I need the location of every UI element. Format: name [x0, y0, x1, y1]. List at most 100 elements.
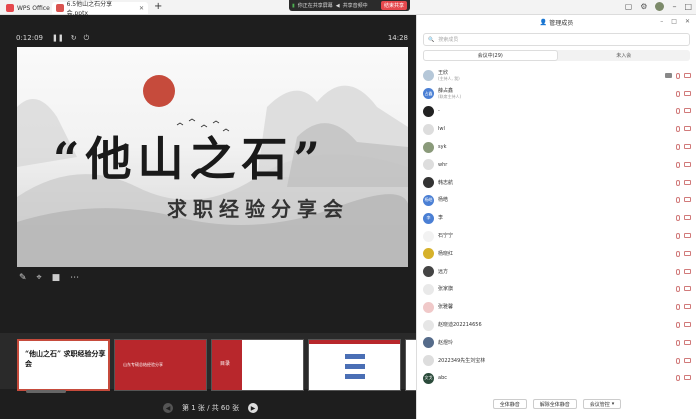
microphone-muted-icon[interactable] — [676, 161, 680, 168]
member-row[interactable]: 张雅馨 — [417, 298, 696, 316]
microphone-muted-icon[interactable] — [676, 375, 680, 382]
microphone-muted-icon[interactable] — [676, 126, 680, 133]
prev-slide-button[interactable]: ◀ — [163, 403, 173, 413]
camera-off-icon[interactable] — [684, 144, 691, 150]
camera-off-icon[interactable] — [684, 215, 691, 221]
restore-icon[interactable]: ▢ — [625, 2, 633, 11]
camera-off-icon[interactable] — [684, 179, 691, 185]
unmute-all-button[interactable]: 解除全体静音 — [532, 399, 577, 409]
microphone-muted-icon[interactable] — [676, 90, 680, 97]
maximize-icon[interactable]: □ — [671, 18, 677, 25]
reset-icon[interactable]: ↻ — [71, 34, 77, 43]
microphone-muted-icon[interactable] — [676, 339, 680, 346]
minimize-icon[interactable]: – — [672, 2, 676, 11]
camera-off-icon[interactable] — [684, 161, 691, 167]
microphone-muted-icon[interactable] — [676, 144, 680, 151]
member-controls — [676, 268, 691, 275]
microphone-muted-icon[interactable] — [676, 215, 680, 222]
microphone-muted-icon[interactable] — [676, 233, 680, 240]
thumbnail-3[interactable]: 目录 — [211, 339, 304, 391]
avatar[interactable] — [655, 2, 665, 11]
microphone-muted-icon[interactable] — [676, 72, 680, 79]
member-row[interactable]: 文戈 abc — [417, 370, 696, 388]
camera-off-icon[interactable] — [684, 322, 691, 328]
member-row[interactable]: whr — [417, 156, 696, 174]
camera-icon[interactable]: ■ — [52, 273, 61, 283]
pen-icon[interactable]: ✎ — [19, 273, 27, 283]
member-name: 2022349先生刘宝林 — [438, 357, 486, 364]
camera-off-icon[interactable] — [684, 108, 691, 114]
power-icon[interactable]: ⏻ — [84, 34, 90, 43]
member-row[interactable]: 赵晓迪202214656 — [417, 316, 696, 334]
member-name: syk — [438, 144, 447, 151]
close-tab-icon[interactable]: ✕ — [139, 5, 144, 12]
member-row[interactable]: 占鑫 薛占鑫 (联席主持人) — [417, 85, 696, 103]
member-info: - — [438, 108, 440, 114]
microphone-muted-icon[interactable] — [676, 250, 680, 257]
member-search-input[interactable]: 🔍 搜索成员 — [423, 33, 690, 46]
member-row[interactable]: - — [417, 103, 696, 121]
microphone-muted-icon[interactable] — [676, 357, 680, 364]
microphone-muted-icon[interactable] — [676, 304, 680, 311]
pause-icon[interactable]: ❚❚ — [52, 34, 64, 43]
member-row[interactable]: 杨皓 杨皓 — [417, 192, 696, 210]
member-row[interactable]: 石宁宁 — [417, 227, 696, 245]
zoom-icon[interactable]: ⌖ — [37, 273, 42, 283]
minimize-icon[interactable]: – — [660, 18, 663, 25]
member-row[interactable]: 韩志航 — [417, 174, 696, 192]
member-row[interactable]: 2022349先生刘宝林 — [417, 352, 696, 370]
camera-off-icon[interactable] — [684, 233, 691, 239]
new-tab-button[interactable]: + — [154, 1, 162, 12]
member-row[interactable]: 张家旗 — [417, 281, 696, 299]
member-controls — [676, 286, 691, 293]
audio-status[interactable]: 共享音频中 — [343, 2, 368, 9]
camera-off-icon[interactable] — [684, 304, 691, 310]
next-slide-button[interactable]: ▶ — [248, 403, 259, 413]
camera-off-icon[interactable] — [684, 268, 691, 274]
member-row[interactable]: 杨晓红 — [417, 245, 696, 263]
more-icon[interactable]: ⋯ — [70, 273, 79, 283]
camera-off-icon[interactable] — [684, 90, 691, 96]
member-row[interactable]: 远方 — [417, 263, 696, 281]
stop-share-button[interactable]: 结束共享 — [380, 1, 407, 10]
member-row[interactable]: lwl — [417, 120, 696, 138]
microphone-muted-icon[interactable] — [676, 268, 680, 275]
thumbnail-1[interactable]: “他山之石” 求职经验分享会 — [17, 339, 110, 391]
maximize-icon[interactable]: □ — [684, 2, 692, 11]
microphone-muted-icon[interactable] — [676, 322, 680, 329]
current-slide[interactable]: “他山之石” 求职经验分享会 — [17, 47, 408, 267]
camera-off-icon[interactable] — [684, 286, 691, 292]
microphone-muted-icon[interactable] — [676, 197, 680, 204]
camera-off-icon[interactable] — [684, 72, 691, 78]
tab-label: WPS Office — [17, 4, 50, 12]
avatar — [423, 177, 434, 189]
microphone-muted-icon[interactable] — [676, 108, 680, 115]
member-info: whr — [438, 162, 447, 168]
member-tabs: 会议中(29) 未入会 — [423, 50, 690, 61]
gear-icon[interactable]: ⚙ — [640, 2, 647, 11]
camera-off-icon[interactable] — [684, 250, 691, 256]
member-row[interactable]: syk — [417, 138, 696, 156]
member-row[interactable]: 李 李 — [417, 209, 696, 227]
meeting-control-button[interactable]: 会议管控 ▾ — [582, 399, 622, 409]
camera-off-icon[interactable] — [684, 375, 691, 381]
member-row[interactable]: 赵煜玲 — [417, 334, 696, 352]
tab-wps-office[interactable]: WPS Office — [2, 2, 54, 14]
member-row[interactable]: 王欣 (主持人, 我) — [417, 67, 696, 85]
camera-off-icon[interactable] — [684, 357, 691, 363]
thumbnail-4[interactable] — [308, 339, 401, 391]
camera-off-icon[interactable] — [684, 339, 691, 345]
thumbnail-5[interactable] — [405, 339, 416, 391]
camera-off-icon[interactable] — [684, 126, 691, 132]
tab-in-meeting[interactable]: 会议中(29) — [423, 50, 558, 61]
microphone-muted-icon[interactable] — [676, 286, 680, 293]
thumbnail-scrollbar[interactable] — [26, 390, 66, 393]
camera-off-icon[interactable] — [684, 197, 691, 203]
mute-all-button[interactable]: 全体静音 — [492, 399, 527, 409]
close-icon[interactable]: ✕ — [685, 18, 690, 25]
tab-pptx-file[interactable]: 6.5他山之石分享会.pptx ✕ — [52, 1, 148, 17]
thumbnail-2[interactable]: 山东专硕总结经验分享 — [114, 339, 207, 391]
meeting-control-label: 会议管控 — [589, 401, 610, 408]
microphone-muted-icon[interactable] — [676, 179, 680, 186]
tab-not-joined[interactable]: 未入会 — [558, 50, 691, 61]
